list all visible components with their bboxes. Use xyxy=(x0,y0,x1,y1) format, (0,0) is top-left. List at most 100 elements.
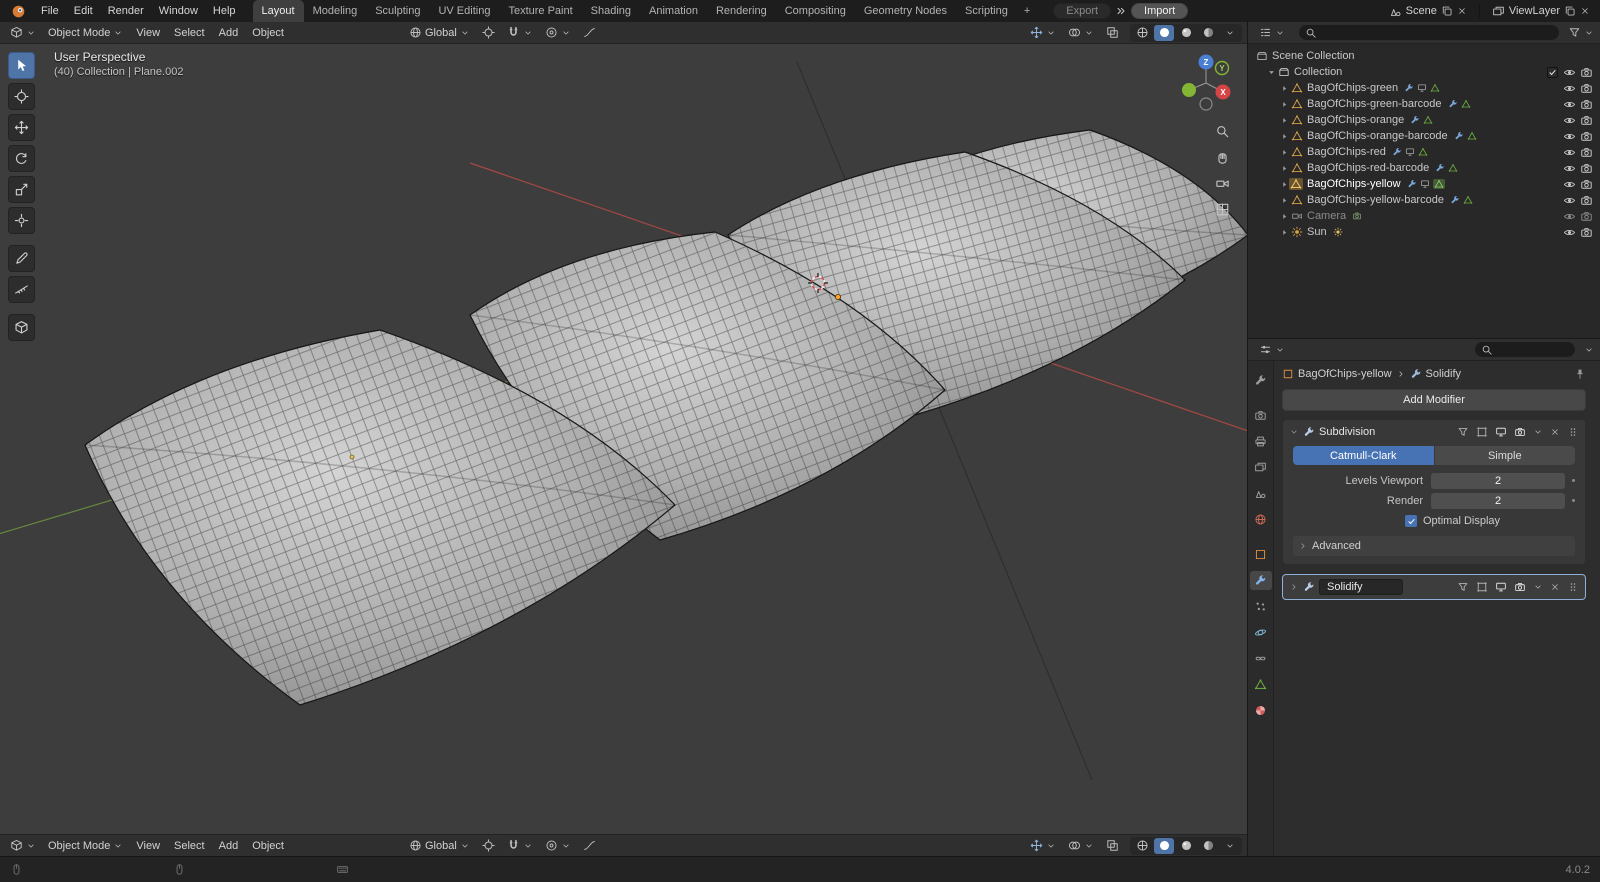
orthographic-toggle-icon[interactable] xyxy=(1215,202,1230,217)
properties-search-input[interactable] xyxy=(1475,342,1575,357)
disable-render-icon[interactable] xyxy=(1580,194,1593,207)
breadcrumb-object[interactable]: BagOfChips-yellow xyxy=(1298,368,1392,380)
subdivision-panel-header[interactable]: Subdivision xyxy=(1283,420,1585,444)
hide-eye-icon[interactable] xyxy=(1563,178,1576,191)
neg-y-axis-ball[interactable] xyxy=(1182,83,1196,97)
hide-eye-icon[interactable] xyxy=(1563,194,1576,207)
add-cube-tool[interactable] xyxy=(8,314,35,341)
drag-grip-icon[interactable] xyxy=(1567,426,1579,438)
rotate-tool[interactable] xyxy=(8,145,35,172)
delete-modifier-icon[interactable] xyxy=(1550,427,1560,437)
shading-material-button[interactable] xyxy=(1176,838,1196,854)
disable-render-icon[interactable] xyxy=(1580,82,1593,95)
on-cage-toggle-icon[interactable] xyxy=(1457,426,1469,438)
snap-toggle[interactable] xyxy=(502,838,538,853)
shading-solid-button[interactable] xyxy=(1154,24,1174,41)
proportional-falloff-button[interactable] xyxy=(578,838,601,853)
expand-icon[interactable] xyxy=(1280,84,1289,93)
xray-toggle[interactable] xyxy=(1101,25,1124,40)
outliner-item[interactable]: BagOfChips-orange-barcode xyxy=(1250,128,1598,144)
tab-output[interactable] xyxy=(1250,432,1272,451)
menu-window[interactable]: Window xyxy=(152,0,205,22)
move-tool[interactable] xyxy=(8,114,35,141)
import-button[interactable]: Import xyxy=(1131,3,1189,19)
tab-render[interactable] xyxy=(1250,406,1272,425)
expand-icon[interactable] xyxy=(1289,582,1299,592)
disable-render-icon[interactable] xyxy=(1580,66,1593,79)
measure-tool[interactable] xyxy=(8,276,35,303)
menu-view[interactable]: View xyxy=(130,26,166,40)
animate-decorator[interactable] xyxy=(1572,479,1575,482)
menu-add[interactable]: Add xyxy=(213,26,245,40)
advanced-subpanel[interactable]: Advanced xyxy=(1293,536,1575,556)
snap-target-button[interactable] xyxy=(477,838,500,853)
shading-rendered-button[interactable] xyxy=(1198,25,1218,41)
tab-layout[interactable]: Layout xyxy=(252,0,304,22)
outliner-item[interactable]: BagOfChips-green xyxy=(1250,80,1598,96)
menu-edit[interactable]: Edit xyxy=(67,0,100,22)
editor-type-button[interactable] xyxy=(1254,342,1290,357)
export-button[interactable]: Export xyxy=(1053,3,1112,19)
breadcrumb-modifier[interactable]: Solidify xyxy=(1426,368,1461,380)
disable-render-icon[interactable] xyxy=(1580,162,1593,175)
new-scene-icon[interactable] xyxy=(1441,5,1453,17)
tab-scripting[interactable]: Scripting xyxy=(956,0,1017,22)
shading-options-button[interactable] xyxy=(1220,25,1240,41)
add-workspace-button[interactable]: + xyxy=(1017,0,1037,22)
tab-material[interactable] xyxy=(1250,701,1272,720)
tab-sculpting[interactable]: Sculpting xyxy=(366,0,429,22)
realtime-toggle-icon[interactable] xyxy=(1495,426,1507,438)
mode-dropdown[interactable]: Object Mode xyxy=(43,839,128,853)
shading-wireframe-button[interactable] xyxy=(1132,838,1152,854)
snap-toggle[interactable] xyxy=(502,25,538,40)
tab-scene[interactable] xyxy=(1250,484,1272,503)
overlays-dropdown[interactable] xyxy=(1063,838,1099,853)
disable-render-icon[interactable] xyxy=(1580,178,1593,191)
navigation-gizmo[interactable]: Z X Y xyxy=(1175,52,1237,117)
outliner-item[interactable]: BagOfChips-yellow-barcode xyxy=(1250,192,1598,208)
render-toggle-icon[interactable] xyxy=(1514,581,1526,593)
chevron-down-icon[interactable] xyxy=(1584,345,1594,355)
hide-eye-icon[interactable] xyxy=(1563,130,1576,143)
outliner-item[interactable]: Sun xyxy=(1250,224,1598,240)
tab-modifiers[interactable] xyxy=(1249,571,1272,590)
remove-view-layer-icon[interactable] xyxy=(1580,6,1590,16)
overlays-dropdown[interactable] xyxy=(1063,25,1099,40)
hide-eye-icon[interactable] xyxy=(1563,146,1576,159)
editor-type-button[interactable] xyxy=(5,838,41,853)
hide-eye-icon[interactable] xyxy=(1563,98,1576,111)
disable-render-icon[interactable] xyxy=(1580,226,1593,239)
tab-rendering[interactable]: Rendering xyxy=(707,0,776,22)
optimal-display-checkbox[interactable] xyxy=(1405,515,1417,527)
levels-viewport-field[interactable]: 2 xyxy=(1431,472,1565,489)
disable-render-icon[interactable] xyxy=(1580,114,1593,127)
menu-select[interactable]: Select xyxy=(168,839,211,853)
app-menu-button[interactable] xyxy=(4,0,33,22)
proportional-editing-toggle[interactable] xyxy=(540,25,576,40)
extras-chevron-icon[interactable] xyxy=(1533,582,1543,592)
tab-view-layer[interactable] xyxy=(1250,458,1272,477)
simple-button[interactable]: Simple xyxy=(1434,446,1575,465)
scene-collection-row[interactable]: Scene Collection xyxy=(1250,48,1598,64)
menu-help[interactable]: Help xyxy=(206,0,243,22)
delete-modifier-icon[interactable] xyxy=(1550,582,1560,592)
3d-scene[interactable] xyxy=(0,44,1247,834)
hide-eye-icon[interactable] xyxy=(1563,114,1576,127)
expand-icon[interactable] xyxy=(1280,180,1289,189)
neg-z-axis-ball[interactable] xyxy=(1199,97,1213,111)
tab-animation[interactable]: Animation xyxy=(640,0,707,22)
shading-wireframe-button[interactable] xyxy=(1132,25,1152,41)
mode-dropdown[interactable]: Object Mode xyxy=(43,26,128,40)
tab-shading[interactable]: Shading xyxy=(582,0,640,22)
modifier-name[interactable]: Subdivision xyxy=(1319,426,1375,438)
menu-render[interactable]: Render xyxy=(101,0,151,22)
tab-uv-editing[interactable]: UV Editing xyxy=(429,0,499,22)
extras-chevron-icon[interactable] xyxy=(1533,427,1543,437)
expand-icon[interactable] xyxy=(1280,212,1289,221)
expand-icon[interactable] xyxy=(1280,196,1289,205)
catmull-clark-button[interactable]: Catmull-Clark xyxy=(1293,446,1434,465)
tab-modeling[interactable]: Modeling xyxy=(304,0,367,22)
transform-tool[interactable] xyxy=(8,207,35,234)
pin-icon[interactable] xyxy=(1574,368,1586,380)
drag-grip-icon[interactable] xyxy=(1567,581,1579,593)
